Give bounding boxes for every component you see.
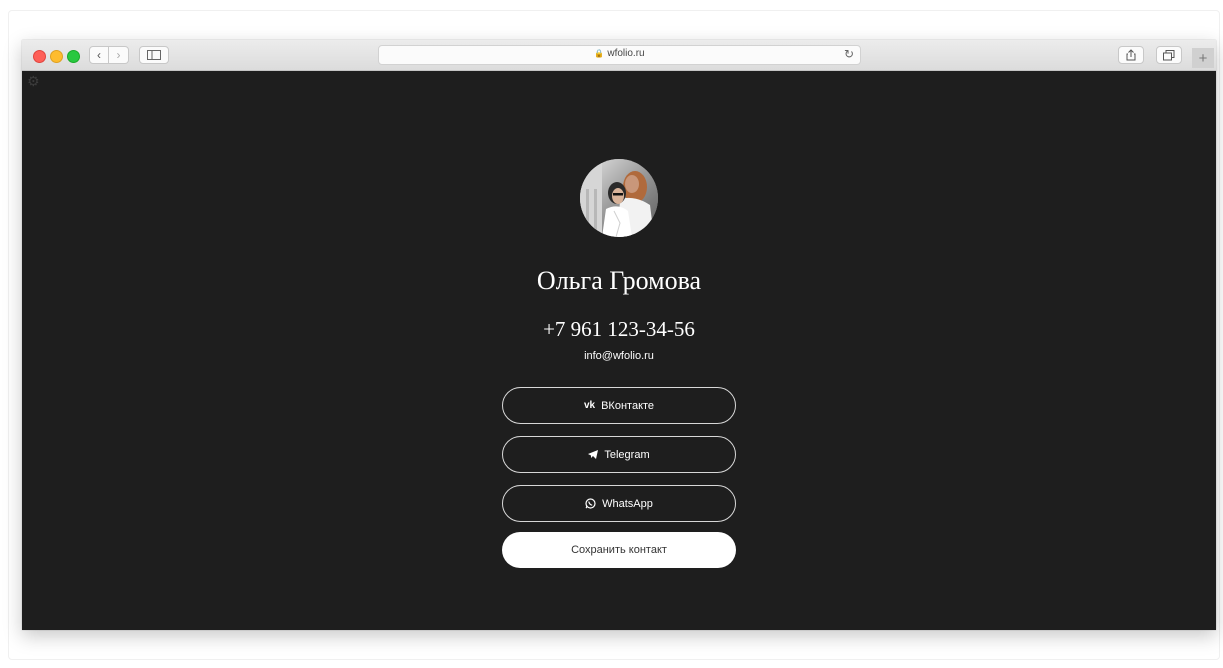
- back-button[interactable]: ‹: [89, 46, 109, 64]
- avatar: [580, 159, 658, 237]
- whatsapp-link-button[interactable]: WhatsApp: [502, 485, 736, 522]
- whatsapp-icon: [585, 498, 596, 509]
- chevron-left-icon: ‹: [97, 48, 101, 62]
- zoom-window-button[interactable]: [67, 50, 80, 63]
- browser-window: ‹ › 🔒 wfolio.ru ↻ + ⚙ Ольга Громова +7 9…: [22, 40, 1216, 630]
- sidebar-toggle-button[interactable]: [139, 46, 169, 64]
- share-button[interactable]: [1118, 46, 1144, 64]
- telegram-icon: [588, 450, 599, 459]
- vk-link-button[interactable]: vk ВКонтакте: [502, 387, 736, 424]
- settings-gear-icon[interactable]: ⚙: [27, 73, 40, 90]
- whatsapp-link-label: WhatsApp: [602, 497, 653, 510]
- url-text: wfolio.ru: [607, 48, 645, 59]
- tabs-icon: [1163, 49, 1175, 60]
- profile-phone[interactable]: +7 961 123-34-56: [22, 317, 1216, 342]
- telegram-link-label: Telegram: [604, 448, 650, 461]
- sidebar-icon: [147, 50, 161, 60]
- show-tabs-button[interactable]: [1156, 46, 1182, 64]
- minimize-window-button[interactable]: [50, 50, 63, 63]
- page-content: ⚙ Ольга Громова +7 961 123-34-56 info@wf…: [22, 71, 1216, 630]
- forward-button[interactable]: ›: [109, 46, 129, 64]
- new-tab-button[interactable]: +: [1192, 48, 1214, 68]
- vk-icon: vk: [583, 400, 596, 411]
- address-bar[interactable]: 🔒 wfolio.ru ↻: [378, 45, 861, 65]
- lock-icon: 🔒: [594, 49, 605, 58]
- vk-link-label: ВКонтакте: [601, 399, 655, 412]
- chevron-right-icon: ›: [116, 48, 121, 62]
- close-window-button[interactable]: [33, 50, 46, 63]
- reload-icon[interactable]: ↻: [844, 47, 854, 61]
- avatar-photo: [580, 159, 658, 237]
- browser-toolbar: ‹ › 🔒 wfolio.ru ↻ +: [22, 40, 1216, 71]
- profile-email[interactable]: info@wfolio.ru: [22, 350, 1216, 362]
- telegram-link-button[interactable]: Telegram: [502, 436, 736, 473]
- share-icon: [1126, 49, 1136, 61]
- save-contact-button[interactable]: Сохранить контакт: [502, 532, 736, 568]
- profile-name: Ольга Громова: [536, 266, 702, 295]
